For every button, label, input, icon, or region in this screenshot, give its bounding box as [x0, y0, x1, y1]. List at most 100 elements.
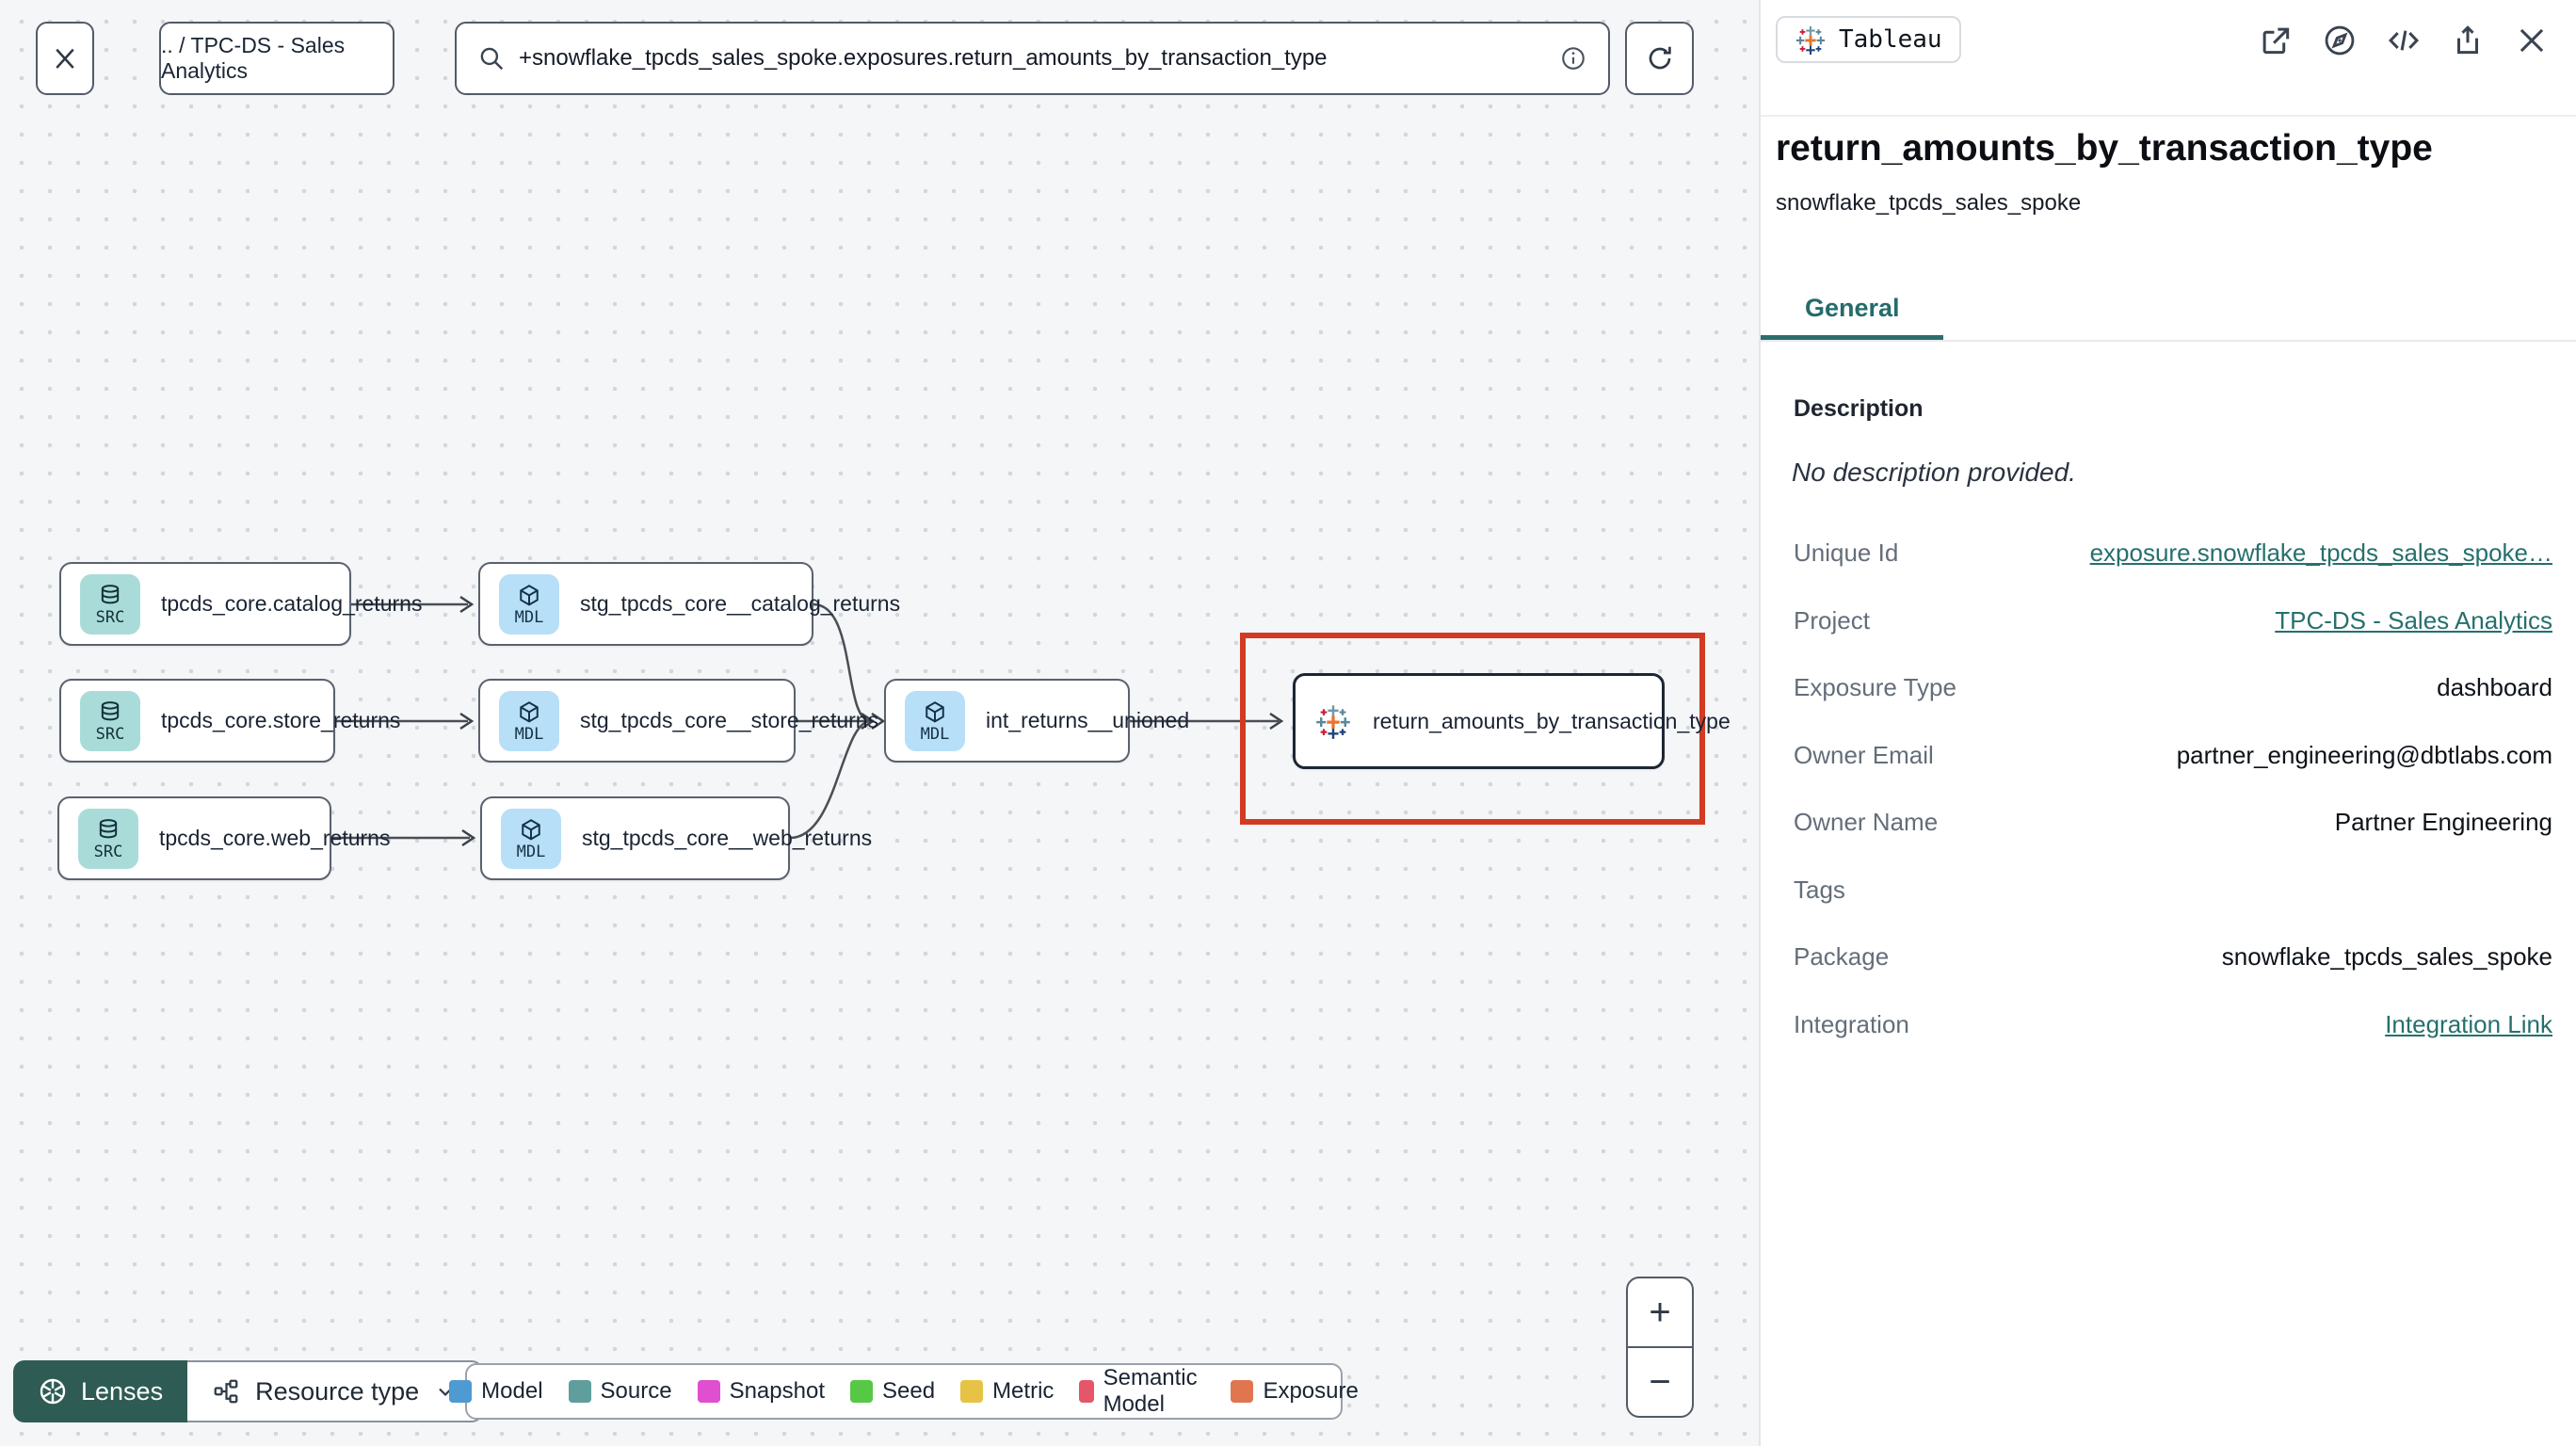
- detail-rows: Unique Id exposure.snowflake_tpcds_sales…: [1794, 520, 2552, 1058]
- seed-color-swatch: [850, 1380, 873, 1403]
- model-resource-badge: MDL: [905, 690, 965, 751]
- node-label: tpcds_core.store_returns: [161, 708, 401, 732]
- integration-badge: Tableau: [1776, 16, 1961, 63]
- exposure-type-value: dashboard: [2437, 673, 2552, 702]
- legend-item-source: Source: [568, 1378, 672, 1405]
- graph-node-int-returns-unioned[interactable]: MDL int_returns__unioned: [884, 679, 1189, 763]
- node-label: return_amounts_by_transaction_type: [1373, 708, 1731, 733]
- project-link[interactable]: TPC-DS - Sales Analytics: [2275, 606, 2552, 635]
- cube-icon: [518, 817, 544, 844]
- lenses-label: Lenses: [81, 1376, 164, 1406]
- owner-email-value: partner_engineering@dbtlabs.com: [2176, 740, 2552, 769]
- zoom-in-button[interactable]: +: [1628, 1278, 1692, 1348]
- legend-item-seed: Seed: [850, 1378, 935, 1405]
- explore-compass-icon[interactable]: [2322, 23, 2358, 58]
- refresh-lineage-button[interactable]: [1625, 22, 1694, 95]
- tableau-logo-icon: [1314, 702, 1352, 740]
- source-color-swatch: [568, 1380, 591, 1403]
- panel-subtitle: snowflake_tpcds_sales_spoke: [1776, 190, 2082, 216]
- detail-row-tags: Tags: [1794, 875, 1845, 904]
- lenses-button[interactable]: Lenses: [13, 1360, 188, 1422]
- cube-icon: [516, 699, 542, 726]
- info-icon[interactable]: [1559, 44, 1587, 72]
- exposure-color-swatch: [1231, 1380, 1254, 1403]
- graph-node-source-catalog-returns[interactable]: SRC tpcds_core.catalog_returns: [59, 562, 422, 646]
- search-input[interactable]: [519, 45, 1546, 72]
- resource-type-legend: Model Source Snapshot Seed Metric Semant…: [449, 1363, 1359, 1420]
- legend-item-metric: Metric: [960, 1378, 1054, 1405]
- database-icon: [97, 583, 123, 609]
- node-label: stg_tpcds_core__catalog_returns: [580, 591, 901, 616]
- source-resource-badge: SRC: [78, 808, 138, 869]
- legend-item-exposure: Exposure: [1231, 1378, 1359, 1405]
- cube-icon: [516, 583, 542, 609]
- lens-aperture-icon: [38, 1376, 68, 1406]
- lineage-canvas[interactable]: SRC tpcds_core.catalog_returns SRC tpcds…: [0, 0, 1759, 1446]
- legend-item-model: Model: [449, 1378, 543, 1405]
- badge-label: MDL: [514, 724, 544, 744]
- graph-node-source-web-returns[interactable]: SRC tpcds_core.web_returns: [57, 796, 390, 880]
- detail-row-project: Project TPC-DS - Sales Analytics: [1794, 605, 2552, 635]
- node-label: stg_tpcds_core__web_returns: [582, 826, 873, 850]
- metric-color-swatch: [960, 1380, 984, 1403]
- detail-row-owner-email: Owner Email partner_engineering@dbtlabs.…: [1794, 740, 2552, 769]
- zoom-out-button[interactable]: −: [1628, 1348, 1692, 1416]
- share-icon[interactable]: [2450, 23, 2486, 58]
- model-color-swatch: [449, 1380, 473, 1403]
- node-label: stg_tpcds_core__store_returns: [580, 708, 879, 732]
- description-label: Description: [1794, 395, 1924, 422]
- badge-label: SRC: [95, 607, 125, 627]
- badge-label: SRC: [95, 724, 125, 744]
- database-icon: [97, 699, 123, 726]
- model-resource-badge: MDL: [499, 573, 559, 635]
- zoom-control: + −: [1626, 1277, 1694, 1418]
- code-icon[interactable]: [2386, 23, 2422, 58]
- snapshot-color-swatch: [697, 1380, 720, 1403]
- resource-graph-icon: [212, 1377, 240, 1406]
- detail-row-exposure-type: Exposure Type dashboard: [1794, 673, 2552, 702]
- panel-action-icons: [2258, 23, 2550, 58]
- resource-type-dropdown[interactable]: Resource type: [187, 1360, 484, 1422]
- close-icon: [51, 44, 79, 72]
- detail-row-package: Package snowflake_tpcds_sales_spoke: [1794, 942, 2552, 972]
- legend-item-semantic-model: Semantic Model: [1079, 1365, 1205, 1418]
- graph-node-stg-catalog-returns[interactable]: MDL stg_tpcds_core__catalog_returns: [478, 562, 900, 646]
- source-resource-badge: SRC: [80, 690, 140, 751]
- package-value: snowflake_tpcds_sales_spoke: [2221, 942, 2552, 972]
- node-label: tpcds_core.web_returns: [159, 826, 391, 850]
- description-value: No description provided.: [1792, 458, 2076, 487]
- close-panel-icon[interactable]: [2514, 23, 2550, 58]
- close-lineage-button[interactable]: [36, 22, 94, 95]
- tableau-logo-icon: [1795, 24, 1827, 56]
- graph-node-source-store-returns[interactable]: SRC tpcds_core.store_returns: [59, 679, 400, 763]
- node-label: int_returns__unioned: [986, 708, 1190, 732]
- lens-control-group: Lenses Resource type: [13, 1360, 484, 1422]
- breadcrumb[interactable]: .. / TPC-DS - Sales Analytics: [159, 22, 394, 95]
- refresh-icon: [1645, 43, 1675, 73]
- model-resource-badge: MDL: [501, 808, 561, 869]
- detail-row-unique-id: Unique Id exposure.snowflake_tpcds_sales…: [1794, 538, 2552, 568]
- graph-node-stg-web-returns[interactable]: MDL stg_tpcds_core__web_returns: [480, 796, 872, 880]
- badge-label: MDL: [920, 724, 950, 744]
- panel-header-divider: [1761, 115, 2576, 117]
- unique-id-link[interactable]: exposure.snowflake_tpcds_sales_spoke…: [2090, 538, 2552, 568]
- tab-general[interactable]: General: [1805, 294, 1900, 323]
- badge-label: MDL: [516, 842, 546, 861]
- panel-title: return_amounts_by_transaction_type: [1776, 128, 2433, 169]
- graph-node-exposure-return-amounts[interactable]: return_amounts_by_transaction_type: [1293, 673, 1731, 769]
- badge-label: MDL: [514, 607, 544, 627]
- semantic-model-color-swatch: [1079, 1380, 1094, 1403]
- model-resource-badge: MDL: [499, 690, 559, 751]
- lineage-search-field[interactable]: [455, 22, 1610, 95]
- badge-label: SRC: [93, 842, 123, 861]
- integration-link[interactable]: Integration Link: [2385, 1010, 2552, 1039]
- tab-divider: [1761, 340, 2576, 342]
- dbt-explorer-lineage-app: SRC tpcds_core.catalog_returns SRC tpcds…: [0, 0, 2576, 1446]
- open-external-link-icon[interactable]: [2258, 23, 2294, 58]
- legend-item-snapshot: Snapshot: [697, 1378, 825, 1405]
- integration-badge-label: Tableau: [1839, 25, 1942, 54]
- source-resource-badge: SRC: [80, 573, 140, 635]
- details-panel: Tableau return_amounts_by_transaction_ty…: [1759, 0, 2576, 1446]
- graph-node-stg-store-returns[interactable]: MDL stg_tpcds_core__store_returns: [478, 679, 878, 763]
- owner-name-value: Partner Engineering: [2334, 808, 2552, 837]
